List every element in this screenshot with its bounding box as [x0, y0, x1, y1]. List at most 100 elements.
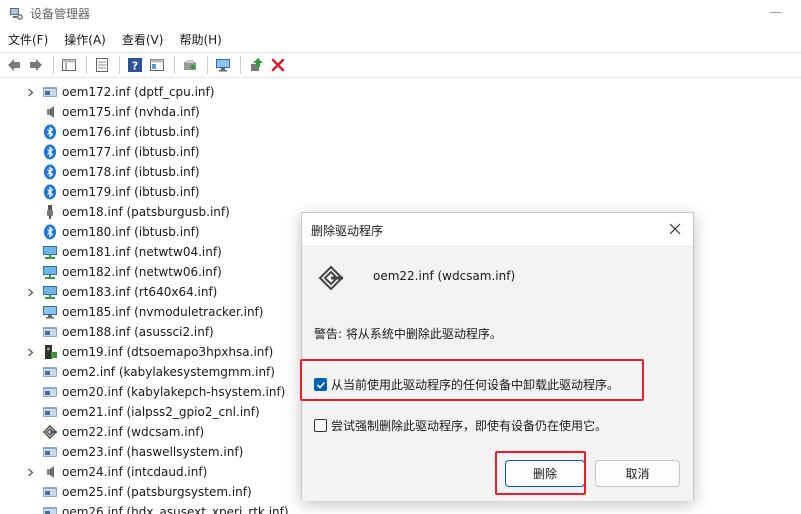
- tree-item[interactable]: oem21.inf (ialpss2_gpio2_cnl.inf): [0, 402, 300, 422]
- menu-bar: 文件(F) 操作(A) 查看(V) 帮助(H): [0, 30, 230, 50]
- tree-item-label: oem176.inf (ibtusb.inf): [62, 125, 200, 139]
- device-folder-icon: [42, 364, 58, 380]
- tree-item[interactable]: oem2.inf (kabylakesystemgmm.inf): [0, 362, 300, 382]
- tree-item-label: oem172.inf (dptf_cpu.inf): [62, 85, 215, 99]
- force-delete-checkbox-label: 尝试强制删除此驱动程序，即使有设备仍在使用它。: [331, 419, 608, 433]
- svg-text:?: ?: [132, 60, 138, 73]
- properties-view-icon[interactable]: [59, 55, 79, 75]
- tree-item[interactable]: oem23.inf (haswellsystem.inf): [0, 442, 300, 462]
- bluetooth-icon: [42, 164, 58, 180]
- menu-action[interactable]: 操作(A): [56, 30, 114, 50]
- tree-item-label: oem18.inf (patsburgusb.inf): [62, 205, 230, 219]
- scan-hardware-icon[interactable]: [180, 55, 200, 75]
- tree-item[interactable]: oem22.inf (wdcsam.inf): [0, 422, 300, 442]
- chevron-right-icon[interactable]: [26, 342, 34, 362]
- uninstall-icon[interactable]: [268, 55, 288, 75]
- network-icon: [42, 264, 58, 280]
- toolbar: ?: [0, 52, 801, 78]
- window-title: 设备管理器: [30, 7, 91, 21]
- minimize-button[interactable]: [770, 12, 781, 13]
- network-icon: [42, 284, 58, 300]
- tree-item[interactable]: oem185.inf (nvmoduletracker.inf): [0, 302, 300, 322]
- tree-item[interactable]: oem183.inf (rt640x64.inf): [0, 282, 300, 302]
- tree-item-label: oem182.inf (netwtw06.inf): [62, 265, 222, 279]
- device-folder-icon: [42, 404, 58, 420]
- forward-icon[interactable]: [26, 55, 46, 75]
- tree-item[interactable]: oem20.inf (kabylakepch-hsystem.inf): [0, 382, 300, 402]
- tree-item[interactable]: oem178.inf (ibtusb.inf): [0, 162, 300, 182]
- driver-name: oem22.inf (wdcsam.inf): [373, 269, 516, 283]
- dialog-body: oem22.inf (wdcsam.inf) 警告: 将从系统中删除此驱动程序。…: [302, 245, 693, 501]
- force-delete-checkbox[interactable]: [314, 419, 327, 432]
- force-delete-option[interactable]: 尝试强制删除此驱动程序，即使有设备仍在使用它。: [314, 417, 607, 434]
- chevron-right-icon[interactable]: [26, 82, 34, 102]
- monitor-icon: [42, 304, 58, 320]
- back-icon[interactable]: [4, 55, 24, 75]
- help-icon[interactable]: ?: [125, 55, 145, 75]
- tree-item-label: oem24.inf (intcdaud.inf): [62, 465, 208, 479]
- tree-item-label: oem177.inf (ibtusb.inf): [62, 145, 200, 159]
- tree-item[interactable]: oem182.inf (netwtw06.inf): [0, 262, 300, 282]
- tree-item[interactable]: oem175.inf (nvhda.inf): [0, 102, 300, 122]
- tree-item-label: oem20.inf (kabylakepch-hsystem.inf): [62, 385, 286, 399]
- chevron-right-icon[interactable]: [26, 462, 34, 482]
- toolbar-separator: [207, 56, 208, 74]
- tree-item-label: oem178.inf (ibtusb.inf): [62, 165, 200, 179]
- delete-button[interactable]: 删除: [505, 460, 585, 487]
- tree-item[interactable]: oem181.inf (netwtw04.inf): [0, 242, 300, 262]
- cancel-button[interactable]: 取消: [595, 460, 680, 487]
- pane-icon[interactable]: [147, 55, 167, 75]
- checkmark-icon: [316, 381, 325, 389]
- toolbar-separator: [119, 56, 120, 74]
- menu-file[interactable]: 文件(F): [0, 30, 56, 50]
- tree-item-label: oem181.inf (netwtw04.inf): [62, 245, 222, 259]
- uninstall-checkbox-label: 从当前使用此驱动程序的任何设备中卸载此驱动程序。: [331, 378, 620, 392]
- update-driver-icon[interactable]: [246, 55, 266, 75]
- bluetooth-icon: [42, 184, 58, 200]
- tree-item-label: oem21.inf (ialpss2_gpio2_cnl.inf): [62, 405, 260, 419]
- device-folder-icon: [42, 324, 58, 340]
- tree-item-label: oem23.inf (haswellsystem.inf): [62, 445, 244, 459]
- tree-item-label: oem183.inf (rt640x64.inf): [62, 285, 218, 299]
- usb-icon: [42, 204, 58, 220]
- tree-item[interactable]: oem18.inf (patsburgusb.inf): [0, 202, 300, 222]
- audio-device-icon: [42, 344, 58, 360]
- tree-item[interactable]: oem179.inf (ibtusb.inf): [0, 182, 300, 202]
- tree-item-label: oem179.inf (ibtusb.inf): [62, 185, 200, 199]
- tree-item[interactable]: oem180.inf (ibtusb.inf): [0, 222, 300, 242]
- tree-item[interactable]: oem24.inf (intcdaud.inf): [0, 462, 300, 482]
- menu-view[interactable]: 查看(V): [114, 30, 172, 50]
- tree-item-label: oem175.inf (nvhda.inf): [62, 105, 200, 119]
- device-folder-icon: [42, 84, 58, 100]
- tree-item[interactable]: oem172.inf (dptf_cpu.inf): [0, 82, 300, 102]
- monitor-icon[interactable]: [213, 55, 233, 75]
- tree-item[interactable]: oem26.inf (hdx_asusext_xperi_rtk.inf): [0, 502, 300, 514]
- uninstall-from-devices-option[interactable]: 从当前使用此驱动程序的任何设备中卸载此驱动程序。: [314, 376, 619, 393]
- tree-item-label: oem185.inf (nvmoduletracker.inf): [62, 305, 264, 319]
- tree-item[interactable]: oem19.inf (dtsoemapo3hpxhsa.inf): [0, 342, 300, 362]
- network-icon: [42, 244, 58, 260]
- tree-item-label: oem188.inf (asussci2.inf): [62, 325, 214, 339]
- toolbar-separator: [86, 56, 87, 74]
- chevron-right-icon[interactable]: [26, 282, 34, 302]
- uninstall-checkbox[interactable]: [314, 378, 327, 391]
- menu-help[interactable]: 帮助(H): [171, 30, 229, 50]
- speaker-icon: [42, 104, 58, 120]
- toolbar-separator: [240, 56, 241, 74]
- tree-item-label: oem26.inf (hdx_asusext_xperi_rtk.inf): [62, 505, 289, 514]
- tree-item[interactable]: oem176.inf (ibtusb.inf): [0, 122, 300, 142]
- close-icon[interactable]: [665, 219, 685, 239]
- delete-driver-dialog: 删除驱动程序 oem22.inf (wdcsam.inf) 警告: 将从系统中删…: [301, 212, 694, 501]
- bluetooth-icon: [42, 144, 58, 160]
- device-folder-icon: [42, 384, 58, 400]
- device-folder-icon: [42, 484, 58, 500]
- tree-item[interactable]: oem25.inf (patsburgsystem.inf): [0, 482, 300, 502]
- speaker-icon: [42, 464, 58, 480]
- tree-item-label: oem180.inf (ibtusb.inf): [62, 225, 200, 239]
- tree-item[interactable]: oem177.inf (ibtusb.inf): [0, 142, 300, 162]
- details-icon[interactable]: [92, 55, 112, 75]
- warning-text: 警告: 将从系统中删除此驱动程序。: [314, 327, 502, 341]
- tree-item[interactable]: oem188.inf (asussci2.inf): [0, 322, 300, 342]
- tree-item-label: oem25.inf (patsburgsystem.inf): [62, 485, 252, 499]
- toolbar-separator: [174, 56, 175, 74]
